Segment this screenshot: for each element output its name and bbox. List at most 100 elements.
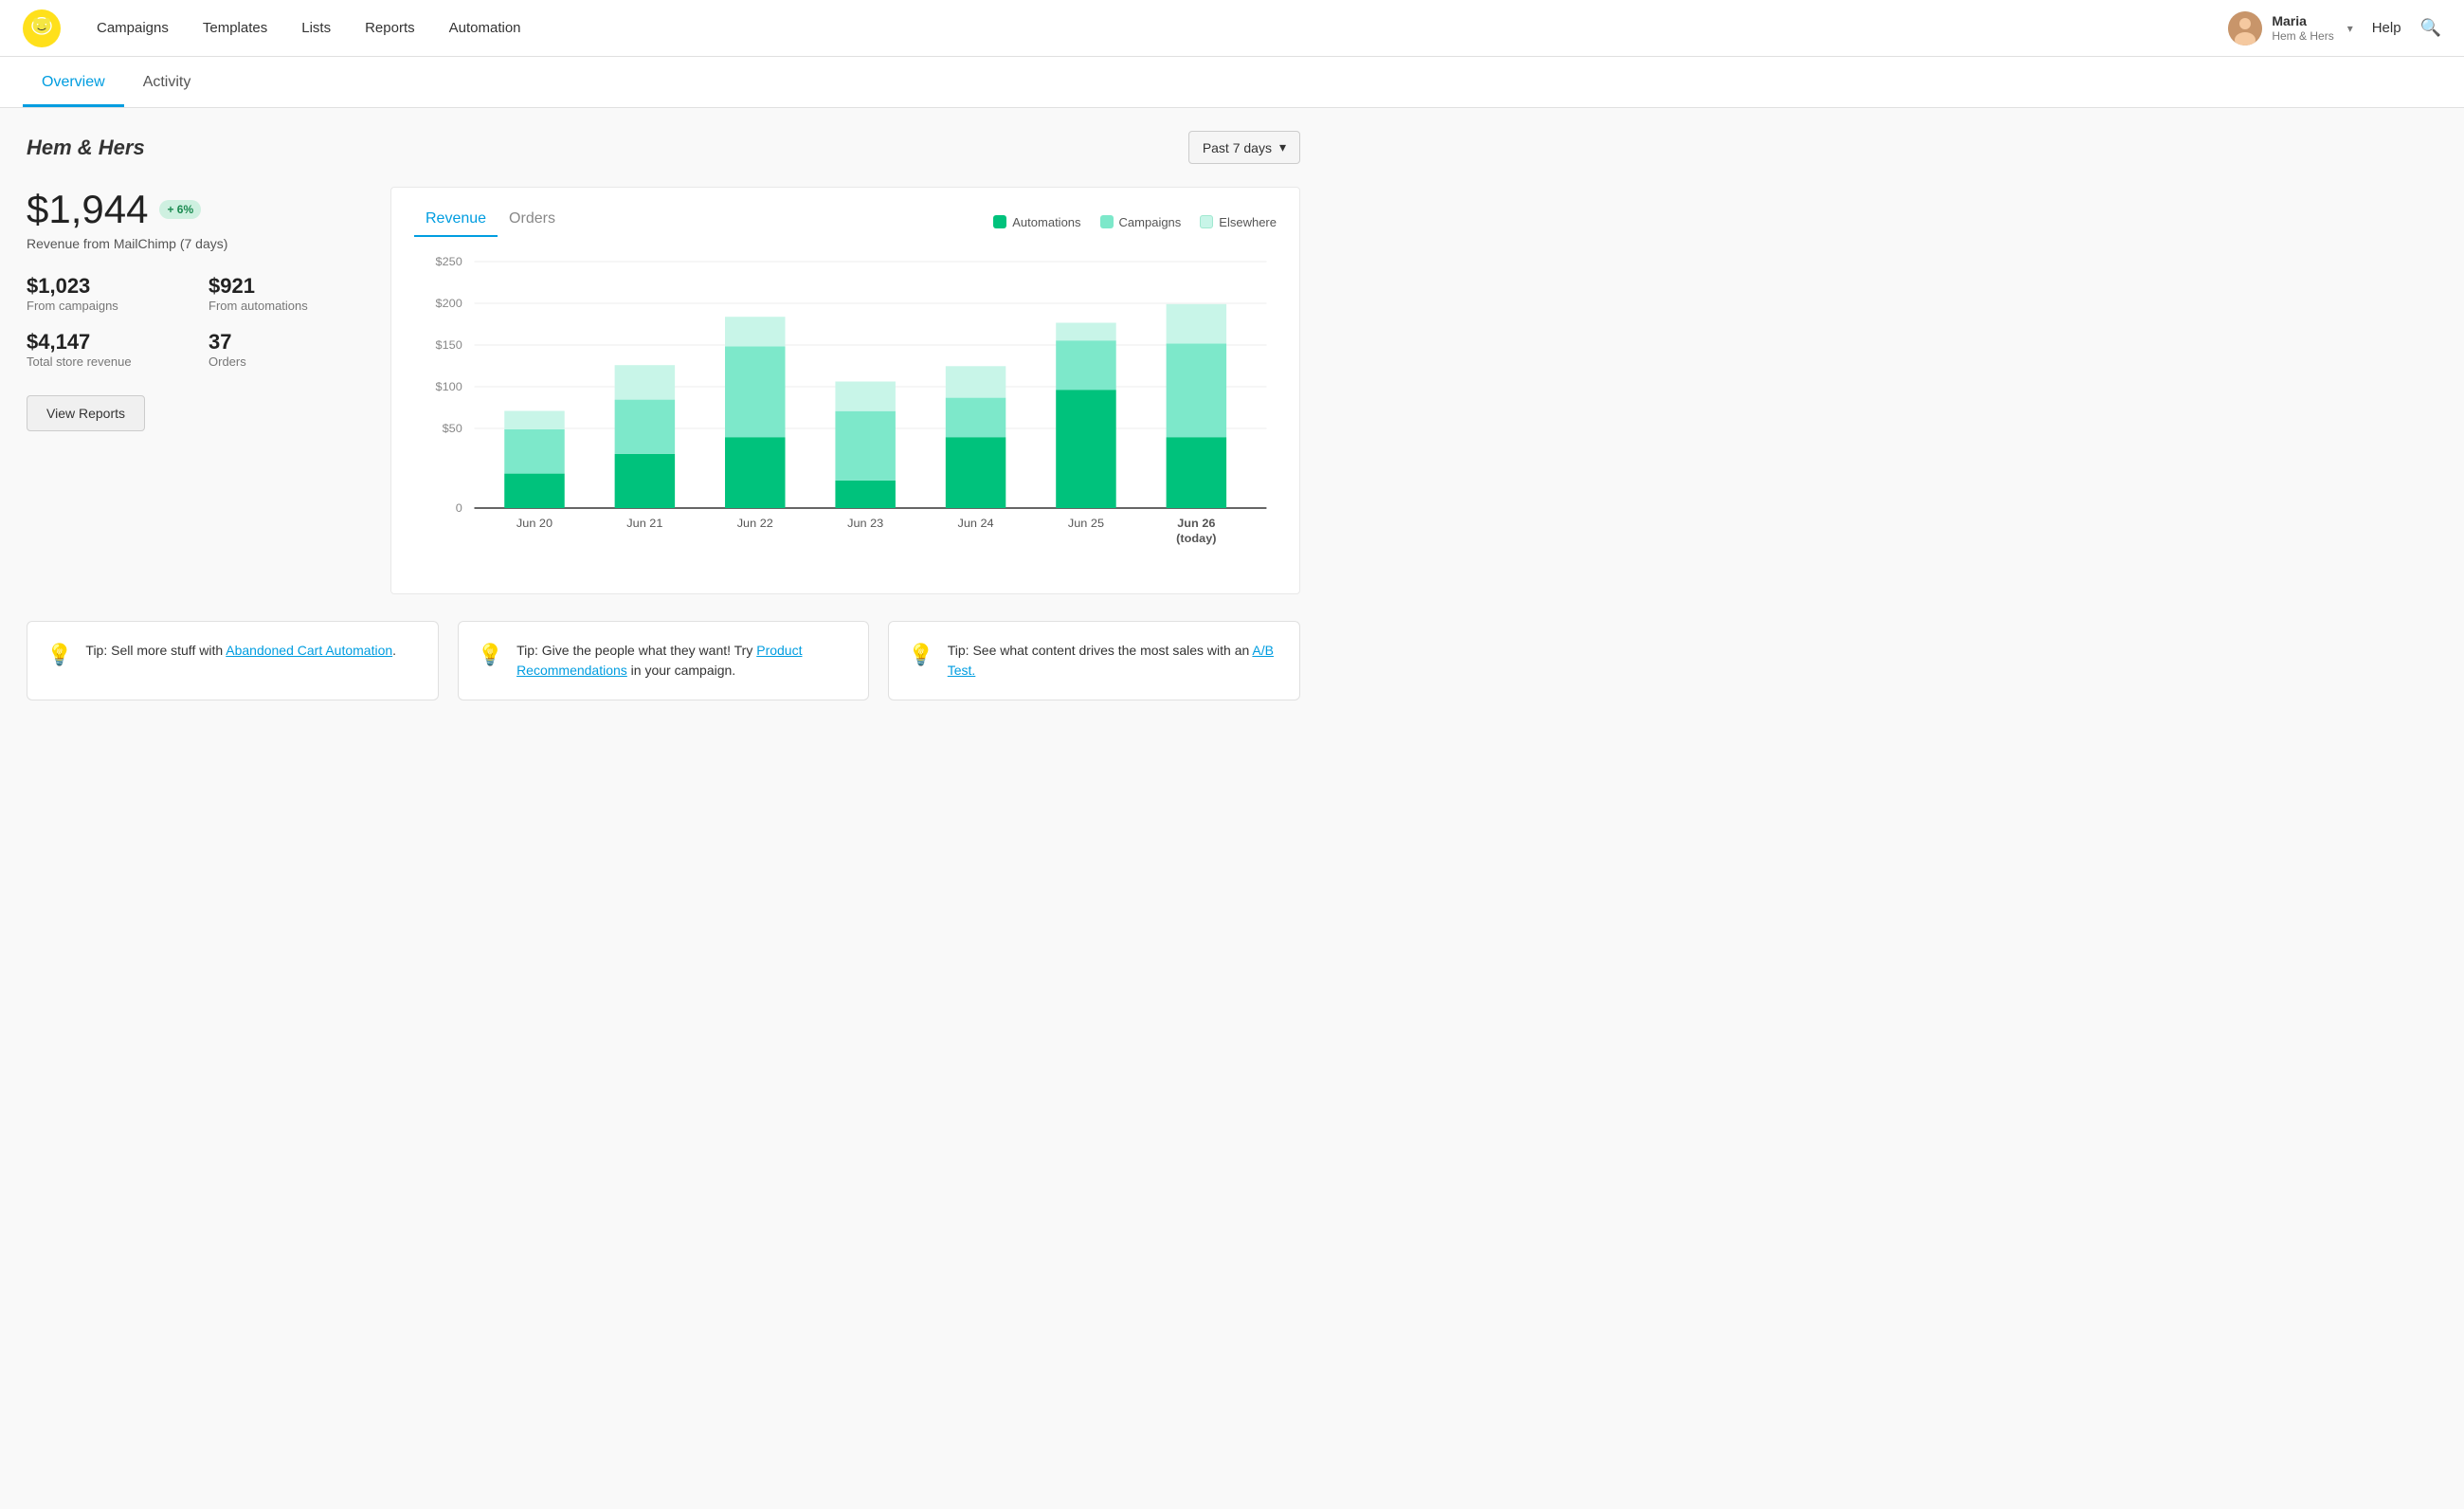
avatar — [2228, 11, 2262, 45]
navbar: Campaigns Templates Lists Reports Automa… — [0, 0, 2464, 57]
bar-jun22-else — [725, 317, 785, 346]
date-range-label: Past 7 days — [1203, 140, 1272, 155]
tip3-before: Tip: See what content drives the most sa… — [948, 643, 1253, 658]
revenue-badge: + 6% — [159, 200, 201, 219]
orders-label: Orders — [208, 355, 368, 369]
svg-text:$250: $250 — [436, 255, 462, 268]
nav-campaigns[interactable]: Campaigns — [83, 12, 182, 44]
campaigns-value: $1,023 — [27, 274, 186, 299]
revenue-amount: $1,944 — [27, 187, 148, 232]
date-range-button[interactable]: Past 7 days ▾ — [1188, 131, 1300, 164]
bar-jun21-camp — [615, 400, 675, 454]
chart-panel: Revenue Orders Automations Campaigns Els… — [390, 187, 1300, 594]
svg-text:$200: $200 — [436, 297, 462, 310]
elsewhere-dot — [1200, 215, 1213, 228]
bar-jun26-camp — [1167, 343, 1226, 437]
navbar-right: Maria Hem & Hers ▾ Help 🔍 — [2228, 11, 2441, 45]
chart-tab-revenue[interactable]: Revenue — [414, 207, 498, 237]
page-header: Hem & Hers Past 7 days ▾ — [27, 131, 1300, 164]
svg-text:Jun 26: Jun 26 — [1177, 517, 1215, 530]
legend-campaigns-label: Campaigns — [1119, 215, 1182, 229]
revenue-label: Revenue from MailChimp (7 days) — [27, 236, 368, 251]
page-title: Hem & Hers — [27, 136, 145, 160]
help-link[interactable]: Help — [2372, 20, 2401, 36]
tip1-link[interactable]: Abandoned Cart Automation — [226, 643, 392, 658]
tip-text-2: Tip: Give the people what they want! Try… — [516, 641, 849, 681]
svg-text:Jun 23: Jun 23 — [847, 517, 883, 530]
orders-value: 37 — [208, 330, 368, 355]
chart-tabs: Revenue Orders — [414, 207, 567, 237]
campaigns-dot — [1100, 215, 1114, 228]
chart-area: $250 $200 $150 $100 $50 0 Jun 20 — [414, 252, 1277, 574]
total-store-value: $4,147 — [27, 330, 186, 355]
tip2-before: Tip: Give the people what they want! Try — [516, 643, 756, 658]
bar-jun25-camp — [1056, 340, 1115, 390]
stats-chart-row: $1,944 + 6% Revenue from MailChimp (7 da… — [27, 187, 1300, 594]
tip1-before: Tip: Sell more stuff with — [85, 643, 226, 658]
revenue-main: $1,944 + 6% — [27, 187, 368, 232]
bar-jun20-else — [504, 411, 564, 429]
legend-automations: Automations — [993, 215, 1080, 229]
user-info[interactable]: Maria Hem & Hers ▾ — [2228, 11, 2352, 45]
svg-text:0: 0 — [456, 501, 462, 515]
mailchimp-logo[interactable] — [23, 9, 61, 47]
total-store-stat: $4,147 Total store revenue — [27, 330, 186, 369]
nav-lists[interactable]: Lists — [288, 12, 344, 44]
bar-jun24-auto — [946, 437, 1006, 508]
tip2-after: in your campaign. — [627, 663, 735, 678]
nav-templates[interactable]: Templates — [190, 12, 281, 44]
tip-card-2: 💡 Tip: Give the people what they want! T… — [458, 621, 870, 700]
svg-text:(today): (today) — [1176, 532, 1216, 545]
campaigns-stat: $1,023 From campaigns — [27, 274, 186, 313]
bar-jun23-else — [835, 382, 895, 411]
chevron-down-icon: ▾ — [1279, 139, 1286, 155]
chart-tab-orders[interactable]: Orders — [498, 207, 567, 237]
tip-icon-3: 💡 — [908, 643, 933, 667]
stat-grid: $1,023 From campaigns $921 From automati… — [27, 274, 368, 369]
legend-campaigns: Campaigns — [1100, 215, 1182, 229]
bar-jun22-camp — [725, 346, 785, 437]
tip-text-1: Tip: Sell more stuff with Abandoned Cart… — [85, 641, 396, 661]
bar-jun24-camp — [946, 398, 1006, 438]
svg-text:Jun 22: Jun 22 — [737, 517, 773, 530]
svg-text:$100: $100 — [436, 380, 462, 393]
legend-automations-label: Automations — [1012, 215, 1080, 229]
main-content: Hem & Hers Past 7 days ▾ $1,944 + 6% Rev… — [0, 108, 1327, 723]
chevron-down-icon: ▾ — [2347, 22, 2353, 35]
chart-header: Revenue Orders Automations Campaigns Els… — [414, 207, 1277, 237]
bar-jun26-else — [1167, 304, 1226, 344]
user-text: Maria Hem & Hers — [2272, 12, 2333, 45]
total-store-label: Total store revenue — [27, 355, 186, 369]
tip-icon-1: 💡 — [46, 643, 72, 667]
user-org: Hem & Hers — [2272, 29, 2333, 45]
legend-elsewhere-label: Elsewhere — [1219, 215, 1277, 229]
view-reports-button[interactable]: View Reports — [27, 395, 145, 431]
svg-text:Jun 24: Jun 24 — [958, 517, 994, 530]
tip-icon-2: 💡 — [478, 643, 503, 667]
revenue-chart-svg: $250 $200 $150 $100 $50 0 Jun 20 — [414, 252, 1277, 574]
svg-text:Jun 20: Jun 20 — [516, 517, 553, 530]
bar-jun25-else — [1056, 323, 1115, 341]
bar-jun20-auto — [504, 474, 564, 508]
nav-reports[interactable]: Reports — [352, 12, 428, 44]
campaigns-label: From campaigns — [27, 299, 186, 313]
bar-jun25-auto — [1056, 390, 1115, 508]
bar-jun23-camp — [835, 411, 895, 481]
svg-text:$50: $50 — [443, 422, 462, 435]
bar-jun23-auto — [835, 481, 895, 508]
nav-automation[interactable]: Automation — [436, 12, 534, 44]
user-name: Maria — [2272, 12, 2333, 29]
search-button[interactable]: 🔍 — [2420, 18, 2441, 38]
svg-text:Jun 21: Jun 21 — [626, 517, 662, 530]
chart-legend: Automations Campaigns Elsewhere — [993, 215, 1277, 229]
tips-row: 💡 Tip: Sell more stuff with Abandoned Ca… — [27, 621, 1300, 700]
automations-stat: $921 From automations — [208, 274, 368, 313]
bar-jun24-else — [946, 366, 1006, 397]
orders-stat: 37 Orders — [208, 330, 368, 369]
tab-activity[interactable]: Activity — [124, 57, 210, 107]
tip-card-3: 💡 Tip: See what content drives the most … — [888, 621, 1300, 700]
tab-overview[interactable]: Overview — [23, 57, 124, 107]
tip1-after: . — [392, 643, 396, 658]
bar-jun21-else — [615, 365, 675, 399]
bar-jun21-auto — [615, 454, 675, 508]
